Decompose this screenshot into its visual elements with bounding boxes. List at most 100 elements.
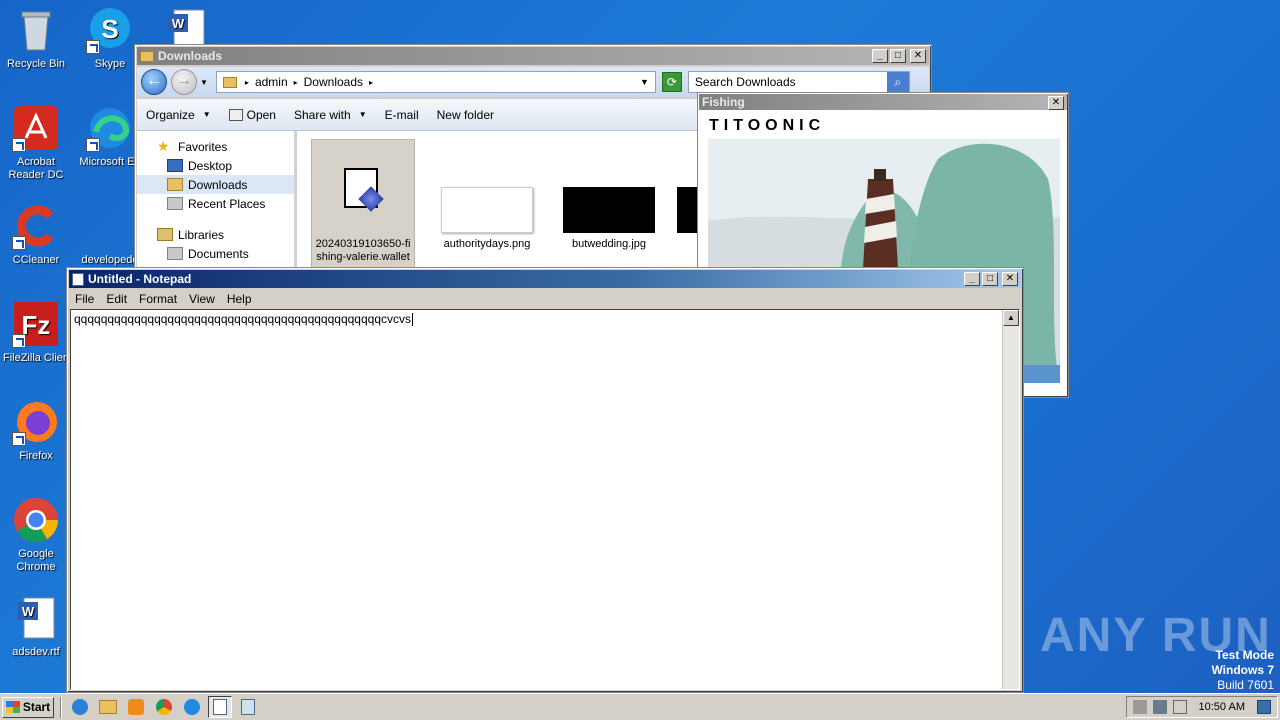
edge-icon	[86, 104, 134, 152]
back-button[interactable]: ←	[141, 69, 167, 95]
explorer-taskbar-button[interactable]	[96, 696, 120, 718]
search-icon[interactable]: ⌕	[886, 72, 909, 92]
chevron-down-icon[interactable]: ▼	[200, 78, 208, 87]
windows-logo-icon	[5, 701, 20, 713]
start-label: Start	[22, 700, 51, 714]
breadcrumb-downloads[interactable]: Downloads	[304, 75, 363, 89]
edge-icon	[184, 699, 200, 715]
test-mode-label: Test Mode	[1215, 648, 1274, 662]
explorer-titlebar[interactable]: Downloads _ □ ✕	[137, 47, 929, 65]
filezilla-icon: Fz	[12, 300, 60, 348]
firefox-icon	[12, 398, 60, 446]
notepad-window[interactable]: Untitled - Notepad _ □ ✕ File Edit Forma…	[66, 267, 1024, 693]
chrome-icon	[12, 496, 60, 544]
edge-taskbar-button[interactable]	[180, 696, 204, 718]
desktop-icon-label: Recycle Bin	[6, 58, 66, 70]
maximize-button[interactable]: □	[982, 272, 998, 286]
scroll-up-button[interactable]: ▲	[1003, 310, 1019, 326]
open-button[interactable]: Open	[220, 108, 285, 122]
share-with-button[interactable]: Share with ▼	[285, 108, 376, 122]
minimize-button[interactable]: _	[964, 272, 980, 286]
menu-help[interactable]: Help	[221, 292, 258, 306]
ccleaner-icon	[12, 202, 60, 250]
taskbar-separator	[60, 696, 62, 718]
text-caret	[412, 313, 413, 327]
network-icon[interactable]	[1152, 700, 1167, 714]
desktop-icon-label: adsdev.rtf	[12, 646, 60, 658]
file-item[interactable]: 20240319103650-fishing-valerie.wallet	[311, 139, 415, 269]
close-button[interactable]: ✕	[910, 49, 926, 63]
file-item[interactable]	[677, 187, 697, 233]
desktop-icon-filezilla[interactable]: Fz FileZilla Clien	[0, 300, 72, 365]
refresh-icon[interactable]: ⟳	[661, 72, 682, 92]
image-thumbnail	[441, 187, 533, 233]
image-thumbnail	[677, 187, 697, 233]
chevron-right-icon[interactable]: ▸	[369, 78, 373, 87]
editor-text: qqqqqqqqqqqqqqqqqqqqqqqqqqqqqqqqqqqqqqqq…	[74, 312, 411, 326]
desktop-icon	[167, 159, 183, 172]
window-title: Untitled - Notepad	[88, 272, 192, 286]
fishing-titlebar[interactable]: Fishing	[699, 94, 1067, 110]
close-button[interactable]: ✕	[1048, 96, 1064, 110]
ie-taskbar-button[interactable]	[68, 696, 92, 718]
shortcut-arrow-icon	[12, 138, 26, 152]
address-bar[interactable]: ▸ admin ▸ Downloads ▸ ▼	[215, 71, 656, 93]
editor-content: qqqqqqqqqqqqqqqqqqqqqqqqqqqqqqqqqqqqqqqq…	[74, 312, 413, 327]
menu-file[interactable]: File	[69, 292, 100, 306]
speaker-icon[interactable]	[1132, 700, 1147, 714]
forward-button[interactable]: →	[171, 69, 197, 95]
navigation-pane[interactable]: ★ Favorites Desktop Downloads Recent Pla…	[137, 131, 295, 276]
menu-edit[interactable]: Edit	[100, 292, 133, 306]
os-label: Windows 7	[1211, 663, 1274, 677]
text-editor[interactable]: qqqqqqqqqqqqqqqqqqqqqqqqqqqqqqqqqqqqqqqq…	[70, 309, 1020, 690]
search-input[interactable]: Search Downloads ⌕	[687, 71, 910, 93]
nav-item-libraries[interactable]: Libraries	[137, 225, 294, 244]
organize-button[interactable]: Organize ▼	[137, 108, 220, 122]
maximize-button[interactable]: □	[890, 49, 906, 63]
chevron-down-icon[interactable]: ▼	[640, 77, 649, 87]
menu-format[interactable]: Format	[133, 292, 183, 306]
nav-item-favorites[interactable]: ★ Favorites	[137, 137, 294, 156]
action-center-flag-icon[interactable]	[1172, 700, 1187, 714]
shortcut-arrow-icon	[86, 138, 100, 152]
internet-explorer-icon	[72, 699, 88, 715]
email-button[interactable]: E-mail	[376, 108, 428, 122]
notepad-titlebar[interactable]: Untitled - Notepad _ □ ✕	[69, 270, 1021, 288]
skype-icon: S	[86, 6, 134, 54]
desktop-icon-firefox[interactable]: Firefox	[0, 398, 72, 463]
desktop-icon-adsdev[interactable]: W adsdev.rtf	[0, 594, 72, 659]
breadcrumb-admin[interactable]: admin	[255, 75, 288, 89]
nav-item-desktop[interactable]: Desktop	[137, 156, 294, 175]
new-folder-button[interactable]: New folder	[428, 108, 503, 122]
desktop-icon-chrome[interactable]: Google Chrome	[0, 496, 72, 574]
fishing-taskbar-button[interactable]	[236, 696, 260, 718]
chevron-right-icon[interactable]: ▸	[294, 78, 298, 87]
close-button[interactable]: ✕	[1002, 272, 1018, 286]
desktop-icon-acrobat[interactable]: Acrobat Reader DC	[0, 104, 72, 182]
shortcut-arrow-icon	[12, 432, 26, 446]
media-player-taskbar-button[interactable]	[124, 696, 148, 718]
notepad-taskbar-button[interactable]	[208, 696, 232, 718]
file-item[interactable]: butwedding.jpg	[557, 187, 661, 251]
nav-item-recent-places[interactable]: Recent Places	[137, 194, 294, 213]
notepad-icon	[213, 699, 227, 715]
nav-item-documents[interactable]: Documents	[137, 244, 294, 263]
file-item[interactable]: authoritydays.png	[435, 187, 539, 251]
minimize-button[interactable]: _	[872, 49, 888, 63]
desktop-icon-ccleaner[interactable]: CCleaner	[0, 202, 72, 267]
desktop-icon-recycle-bin[interactable]: Recycle Bin	[0, 6, 72, 71]
show-desktop-icon[interactable]	[1257, 700, 1271, 714]
start-button[interactable]: Start	[2, 696, 54, 718]
wallet-file-icon	[340, 166, 386, 212]
svg-text:S: S	[101, 14, 118, 44]
file-name: authoritydays.png	[443, 238, 531, 250]
test-mode-notice: Test Mode Windows 7 Build 7601	[1211, 648, 1274, 693]
nav-item-downloads[interactable]: Downloads	[137, 175, 294, 194]
shortcut-arrow-icon	[12, 334, 26, 348]
chrome-taskbar-button[interactable]	[152, 696, 176, 718]
vertical-scrollbar[interactable]: ▲	[1002, 310, 1019, 689]
menu-view[interactable]: View	[183, 292, 221, 306]
clock[interactable]: 10:50 AM	[1199, 701, 1245, 713]
recycle-bin-icon	[12, 6, 60, 54]
desktop-icon-label: FileZilla Clien	[2, 352, 70, 364]
